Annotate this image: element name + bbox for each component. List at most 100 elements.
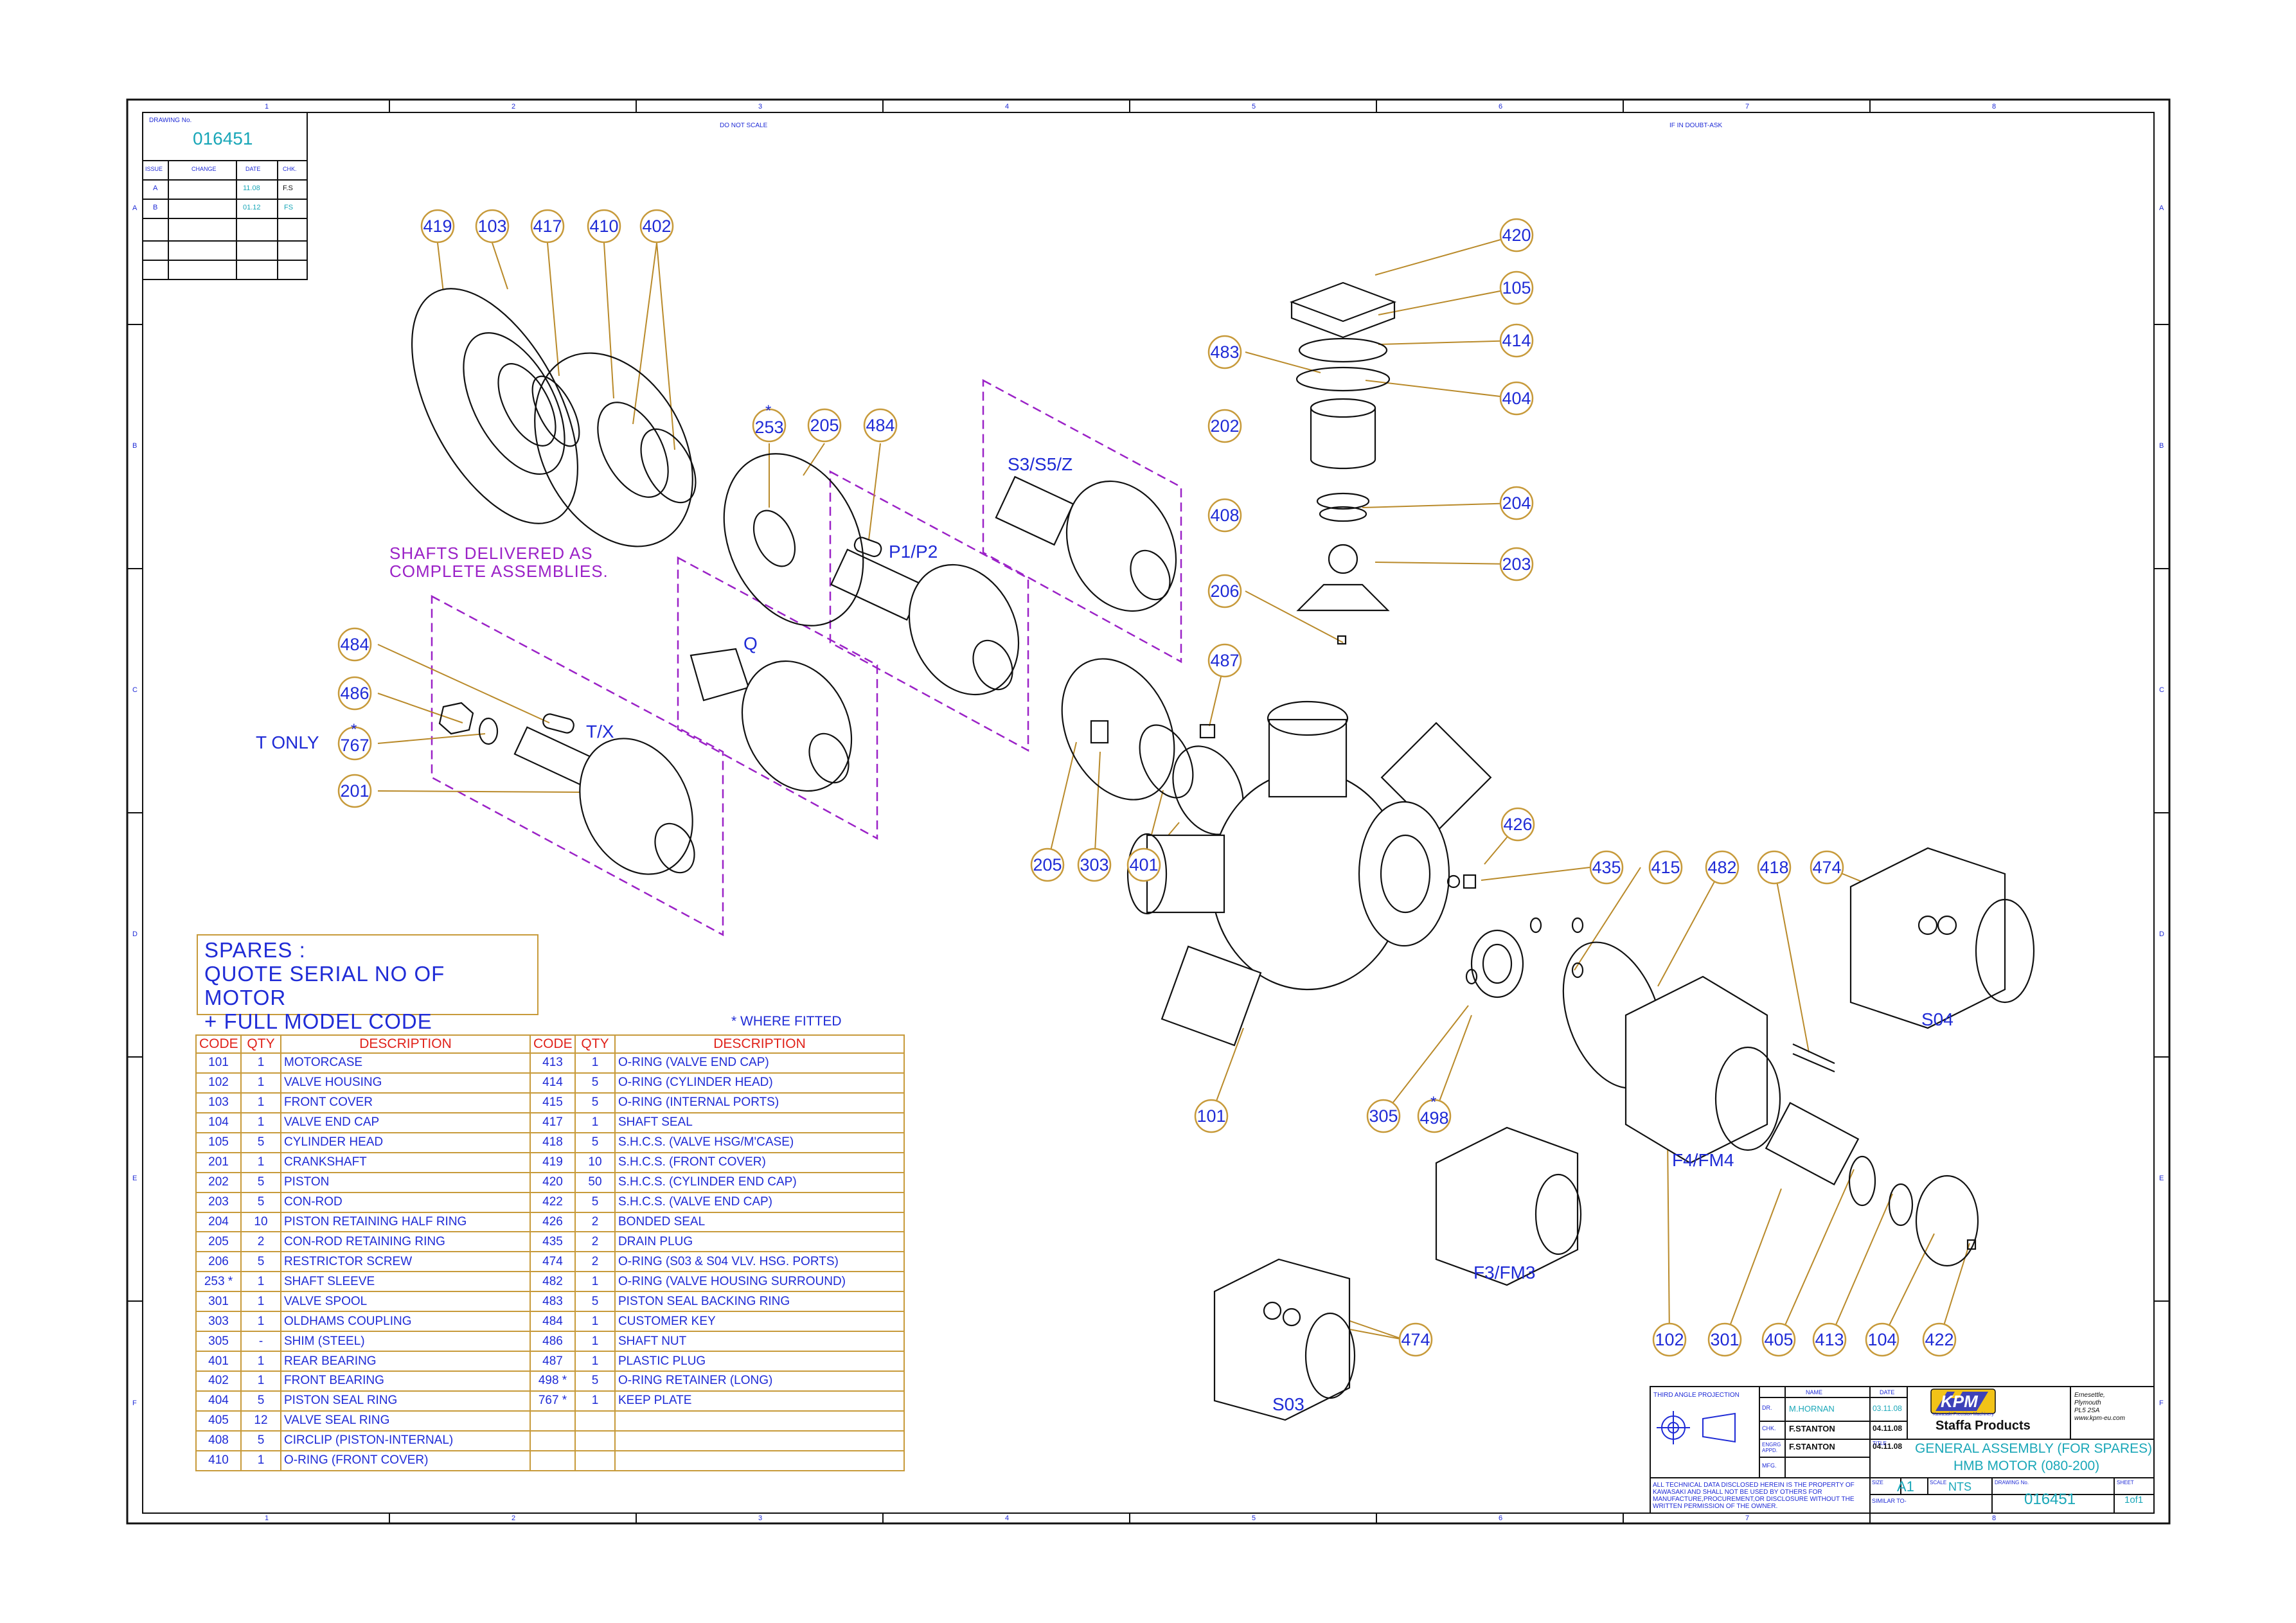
cell-description-left: PISTON SEAL RING [280, 1390, 531, 1412]
cell-description-left: CON-ROD [280, 1191, 531, 1213]
table-row: 105 5 CYLINDER HEAD 418 5 S.H.C.S. (VALVE HSG… [195, 1131, 905, 1153]
label-q: Q [743, 634, 758, 653]
cell-code-left: 408 [195, 1430, 242, 1451]
third-angle-projection: THIRD ANGLE PROJECTION [1653, 1392, 1740, 1399]
row-ref-a-right: A [2159, 204, 2164, 212]
cell-code-right: 474 [530, 1251, 576, 1273]
cell-qty-left: 1 [240, 1311, 281, 1333]
callout-487: 487 [1210, 651, 1240, 670]
address-line1: Ernesettle, [2074, 1392, 2105, 1399]
cell-description-right: KEEP PLATE [614, 1390, 905, 1412]
cell-qty-left: 1 [240, 1112, 281, 1133]
cell-qty-right: 1 [574, 1112, 616, 1133]
cell-qty-left: 5 [240, 1430, 281, 1451]
tb-date-header: DATE [1880, 1389, 1895, 1396]
col-ref-7-bottom: 7 [1745, 1514, 1750, 1522]
table-row: 101 1 MOTORCASE 413 1 O-RING (VALVE END CAP) [195, 1052, 905, 1074]
spares-note-line3: + FULL MODEL CODE [204, 1009, 432, 1033]
header-code-left: CODE [195, 1034, 242, 1054]
cell-code-right: 498 * [530, 1370, 576, 1392]
callout-419: 419 [423, 217, 452, 236]
cell-description-right: O-RING (CYLINDER HEAD) [614, 1072, 905, 1094]
tb-checked-by: F.STANTON [1789, 1424, 1835, 1433]
cell-description-right: O-RING (S03 & S04 VLV. HSG. PORTS) [614, 1251, 905, 1273]
sheet-size: A1 [1897, 1478, 1914, 1494]
header-description-right: DESCRIPTION [614, 1034, 905, 1054]
cell-description-left: PISTON [280, 1171, 531, 1193]
row-ref-b-right: B [2159, 442, 2164, 450]
cell-description-left: SHAFT SLEEVE [280, 1271, 531, 1293]
cell-qty-left: - [240, 1331, 281, 1352]
tb-engrg-label: ENGRG APPD. [1762, 1442, 1781, 1453]
cell-qty-right: 5 [574, 1370, 616, 1392]
cell-qty-right: 1 [574, 1331, 616, 1352]
cell-description-right: CUSTOMER KEY [614, 1311, 905, 1333]
cell-description-right: O-RING (INTERNAL PORTS) [614, 1092, 905, 1113]
table-header-row: CODE QTY DESCRIPTION CODE QTY DESCRIPTIO… [195, 1034, 905, 1054]
cell-description-left: CRANKSHAFT [280, 1151, 531, 1173]
cell-qty-left: 1 [240, 1291, 281, 1313]
col-ref-1: 1 [265, 103, 269, 111]
confidentiality-disclaimer: ALL TECHNICAL DATA DISCLOSED HEREIN IS T… [1653, 1482, 1855, 1510]
table-row: 205 2 CON-ROD RETAINING RING 435 2 DRAIN PLUG [195, 1231, 905, 1253]
label-s3-s5-z: S3/S5/Z [1008, 454, 1073, 474]
rev-a-issue: A [153, 184, 158, 192]
table-row: 104 1 VALVE END CAP 417 1 SHAFT SEAL [195, 1112, 905, 1133]
cell-description-left: VALVE END CAP [280, 1112, 531, 1133]
table-row: 204 10 PISTON RETAINING HALF RING 426 2 BONDE… [195, 1211, 905, 1233]
col-ref-5: 5 [1252, 103, 1256, 111]
callout-104: 104 [1867, 1330, 1897, 1349]
where-fitted-note: * WHERE FITTED [731, 1014, 842, 1029]
table-row: 206 5 RESTRICTOR SCREW 474 2 O-RING (S03 & S0… [195, 1251, 905, 1273]
col-ref-8: 8 [1992, 103, 1997, 111]
cell-description-left: PISTON RETAINING HALF RING [280, 1211, 531, 1233]
cell-code-left: 202 [195, 1171, 242, 1193]
cell-code-right: 484 [530, 1311, 576, 1333]
cell-code-left: 204 [195, 1211, 242, 1233]
cell-qty-left: 5 [240, 1251, 281, 1273]
col-ref-3: 3 [758, 103, 763, 111]
cell-description-right: S.H.C.S. (VALVE HSG/M'CASE) [614, 1131, 905, 1153]
cell-description-left: FRONT COVER [280, 1092, 531, 1113]
rev-b-issue: B [153, 204, 158, 211]
spares-note-line2: QUOTE SERIAL NO OF MOTOR [204, 962, 445, 1009]
cell-code-right: 486 [530, 1331, 576, 1352]
row-ref-d: D [132, 930, 138, 938]
callout-417: 417 [533, 217, 562, 236]
cell-code-right: 435 [530, 1231, 576, 1253]
cell-description-left: MOTORCASE [280, 1052, 531, 1074]
col-ref-2: 2 [512, 103, 516, 111]
cell-code-left: 103 [195, 1092, 242, 1113]
cell-qty-left: 1 [240, 1450, 281, 1472]
cell-qty-left: 2 [240, 1231, 281, 1253]
cell-qty-left: 5 [240, 1191, 281, 1213]
cell-code-right: 426 [530, 1211, 576, 1233]
row-ref-c: C [132, 686, 138, 694]
callout-482: 482 [1707, 858, 1737, 877]
tb-chk-label: CHK. [1762, 1425, 1776, 1432]
callout-413: 413 [1815, 1330, 1844, 1349]
callout-305: 305 [1369, 1106, 1398, 1126]
cell-description-left: VALVE HOUSING [280, 1072, 531, 1094]
table-row: 201 1 CRANKSHAFT 419 10 S.H.C.S. (FRONT COVER… [195, 1151, 905, 1173]
cell-description-right [614, 1410, 905, 1432]
table-row: 102 1 VALVE HOUSING 414 5 O-RING (CYLINDER HE… [195, 1072, 905, 1094]
callout-418: 418 [1759, 858, 1789, 877]
cell-code-left: 401 [195, 1351, 242, 1372]
label-s03: S03 [1272, 1394, 1304, 1414]
cell-description-right: PISTON SEAL BACKING RING [614, 1291, 905, 1313]
callout-203: 203 [1502, 554, 1531, 574]
label-t-only: T ONLY [256, 732, 319, 752]
cell-description-left: CIRCLIP (PISTON-INTERNAL) [280, 1430, 531, 1451]
callout-301: 301 [1710, 1330, 1740, 1349]
cell-qty-right: 2 [574, 1231, 616, 1253]
cell-description-right: DRAIN PLUG [614, 1231, 905, 1253]
callout-202: 202 [1210, 416, 1240, 436]
cell-description-right: BONDED SEAL [614, 1211, 905, 1233]
rev-a-chk: F.S [283, 184, 293, 192]
if-in-doubt: IF IN DOUBT-ASK [1669, 122, 1723, 129]
cell-code-right: 422 [530, 1191, 576, 1213]
callout-410: 410 [589, 217, 619, 236]
tb-mfg-label: MFG. [1762, 1462, 1777, 1469]
header-description-left: DESCRIPTION [280, 1034, 531, 1054]
